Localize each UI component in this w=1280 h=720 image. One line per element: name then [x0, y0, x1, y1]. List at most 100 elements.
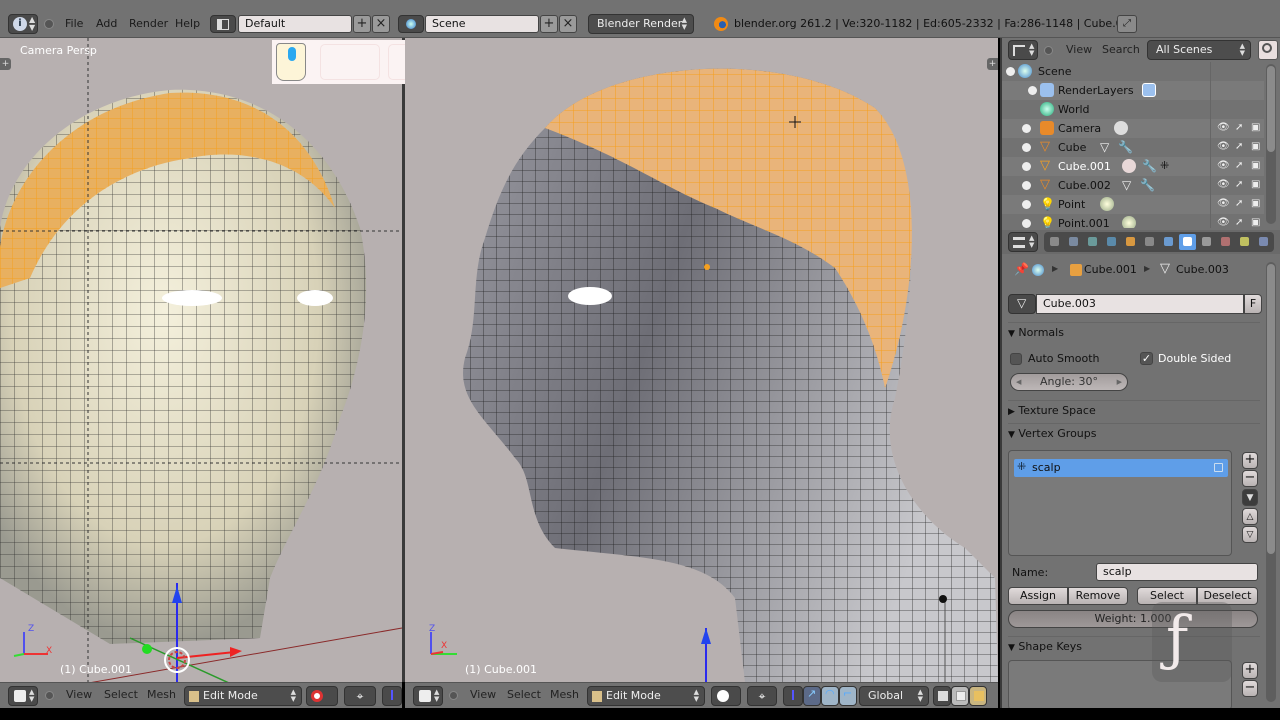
add-shape-key-button[interactable]: +	[1242, 662, 1258, 679]
visibility-eye-icon[interactable]: 👁	[1217, 217, 1230, 228]
collapse-menu-icon[interactable]	[1044, 46, 1053, 55]
tab-scene[interactable]	[1084, 234, 1101, 250]
fake-user-button[interactable]: F	[1244, 294, 1262, 314]
vertex-groups-list[interactable]: ⁜ scalp	[1008, 450, 1232, 556]
collapse-menu-icon[interactable]	[449, 691, 458, 700]
add-scene-button[interactable]: +	[540, 15, 558, 33]
expand-icon[interactable]	[1028, 86, 1037, 95]
remove-shape-key-button[interactable]: −	[1242, 680, 1258, 697]
vertex-group-name-field[interactable]: scalp	[1096, 563, 1258, 581]
remove-vertex-group-button[interactable]: −	[1242, 470, 1258, 487]
menu-view[interactable]: View	[66, 688, 92, 701]
translate-manipulator-button[interactable]: ↗	[803, 686, 821, 706]
editor-type-button[interactable]: ▲ ▼	[1008, 40, 1038, 60]
assign-button[interactable]: Assign	[1008, 587, 1068, 605]
add-vertex-group-button[interactable]: +	[1242, 452, 1258, 469]
pin-icon[interactable]: 📌	[1014, 262, 1029, 276]
menu-help[interactable]: Help	[175, 14, 200, 34]
menu-add[interactable]: Add	[96, 14, 117, 34]
tab-object[interactable]	[1122, 234, 1139, 250]
selectability-cursor-icon[interactable]: ➚	[1235, 217, 1243, 228]
properties-expand-button[interactable]: +	[987, 58, 998, 70]
renderability-camera-icon[interactable]: ▣	[1251, 160, 1260, 171]
editor-type-button[interactable]: ▲ ▼	[1008, 232, 1038, 252]
menu-view[interactable]: View	[470, 688, 496, 701]
panel-vertex-groups-header[interactable]: ▼ Vertex Groups	[1008, 423, 1260, 443]
editor-type-button[interactable]: i ▲ ▼	[8, 14, 38, 34]
menu-mesh[interactable]: Mesh	[147, 688, 176, 701]
3d-viewport-right[interactable]: + Z X (1) Cube.001	[405, 38, 998, 682]
scene-field[interactable]: Scene	[425, 15, 539, 33]
move-vertex-group-down-button[interactable]: ▽	[1242, 526, 1258, 543]
scene-icon-button[interactable]	[398, 15, 424, 33]
expand-icon[interactable]	[1022, 181, 1031, 190]
expand-icon[interactable]	[1022, 162, 1031, 171]
menu-select[interactable]: Select	[104, 688, 138, 701]
double-sided-checkbox[interactable]: ✓ Double Sided	[1140, 352, 1260, 368]
outliner-scrollbar[interactable]	[1266, 64, 1276, 224]
toolshelf-expand-button[interactable]: +	[0, 58, 11, 70]
renderability-camera-icon[interactable]: ▣	[1251, 141, 1260, 152]
decrement-arrow-icon[interactable]: ◀	[1016, 374, 1021, 390]
visibility-eye-icon[interactable]: 👁	[1217, 160, 1230, 171]
outliner-scroll-thumb[interactable]	[1267, 66, 1275, 152]
selectability-cursor-icon[interactable]: ➚	[1235, 179, 1243, 190]
tab-particles[interactable]	[1236, 234, 1253, 250]
vertex-group-item[interactable]: ⁜ scalp	[1014, 459, 1228, 477]
selectability-cursor-icon[interactable]: ➚	[1235, 198, 1243, 209]
collapse-menu-icon[interactable]	[45, 691, 54, 700]
vertex-group-specials-button[interactable]: ▼	[1242, 489, 1258, 506]
panel-normals-header[interactable]: ▼ Normals	[1008, 322, 1260, 342]
collapse-icon[interactable]	[1006, 67, 1015, 76]
render-engine-dropdown[interactable]: Blender Render ▲ ▼	[588, 14, 694, 34]
menu-file[interactable]: File	[65, 14, 83, 34]
collapse-menu-icon[interactable]	[44, 19, 54, 29]
menu-render[interactable]: Render	[129, 14, 168, 34]
visibility-eye-icon[interactable]: 👁	[1217, 122, 1230, 133]
tab-physics[interactable]	[1255, 234, 1272, 250]
viewport-shading-dropdown[interactable]	[711, 686, 741, 706]
tab-object-data[interactable]	[1179, 234, 1196, 250]
screen-layout-field[interactable]: Default	[238, 15, 352, 33]
auto-smooth-checkbox[interactable]: Auto Smooth	[1010, 352, 1120, 368]
renderability-camera-icon[interactable]: ▣	[1251, 217, 1260, 228]
increment-arrow-icon[interactable]: ▶	[1117, 374, 1122, 390]
menu-view[interactable]: View	[1066, 43, 1092, 56]
tab-world[interactable]	[1103, 234, 1120, 250]
expand-icon[interactable]	[1022, 200, 1031, 209]
transform-orientation-dropdown[interactable]: Global ▲ ▼	[859, 686, 929, 706]
remove-button[interactable]: Remove	[1068, 587, 1128, 605]
move-vertex-group-up-button[interactable]: △	[1242, 508, 1258, 525]
tab-texture[interactable]	[1217, 234, 1234, 250]
renderability-camera-icon[interactable]: ▣	[1251, 198, 1260, 209]
expand-icon[interactable]	[1022, 219, 1031, 228]
expand-icon[interactable]	[1022, 143, 1031, 152]
properties-scrollbar[interactable]	[1266, 262, 1276, 702]
renderability-camera-icon[interactable]: ▣	[1251, 179, 1260, 190]
mesh-browse-button[interactable]: ▽	[1008, 294, 1036, 314]
3d-viewport-left[interactable]: Camera Persp + Z X (1) Cube.001	[0, 38, 402, 682]
mode-dropdown[interactable]: Edit Mode ▲ ▼	[587, 686, 705, 706]
search-button[interactable]	[1258, 40, 1278, 60]
menu-mesh[interactable]: Mesh	[550, 688, 579, 701]
screen-layout-icon-button[interactable]	[210, 15, 236, 33]
mode-dropdown[interactable]: Edit Mode ▲ ▼	[184, 686, 302, 706]
add-screen-button[interactable]: +	[353, 15, 371, 33]
properties-scroll-thumb[interactable]	[1267, 264, 1275, 554]
visibility-eye-icon[interactable]: 👁	[1217, 179, 1230, 190]
scale-manipulator-button[interactable]: ⌐	[839, 686, 857, 706]
menu-search[interactable]: Search	[1102, 43, 1140, 56]
menu-select[interactable]: Select	[507, 688, 541, 701]
editor-type-button[interactable]: ▲ ▼	[413, 686, 443, 706]
viewport-shading-dropdown[interactable]	[306, 686, 338, 706]
visibility-eye-icon[interactable]: 👁	[1217, 141, 1230, 152]
selectability-cursor-icon[interactable]: ➚	[1235, 160, 1243, 171]
selectability-cursor-icon[interactable]: ➚	[1235, 141, 1243, 152]
manipulator-toggle[interactable]	[783, 686, 803, 706]
pivot-point-dropdown[interactable]: ⌖	[747, 686, 777, 706]
expand-icon[interactable]	[1022, 124, 1031, 133]
pivot-point-dropdown[interactable]: ⌖	[344, 686, 376, 706]
manipulator-toggle[interactable]	[382, 686, 402, 706]
auto-smooth-angle-slider[interactable]: ◀ Angle: 30° ▶	[1010, 373, 1128, 391]
editor-type-button[interactable]: ▲ ▼	[8, 686, 38, 706]
